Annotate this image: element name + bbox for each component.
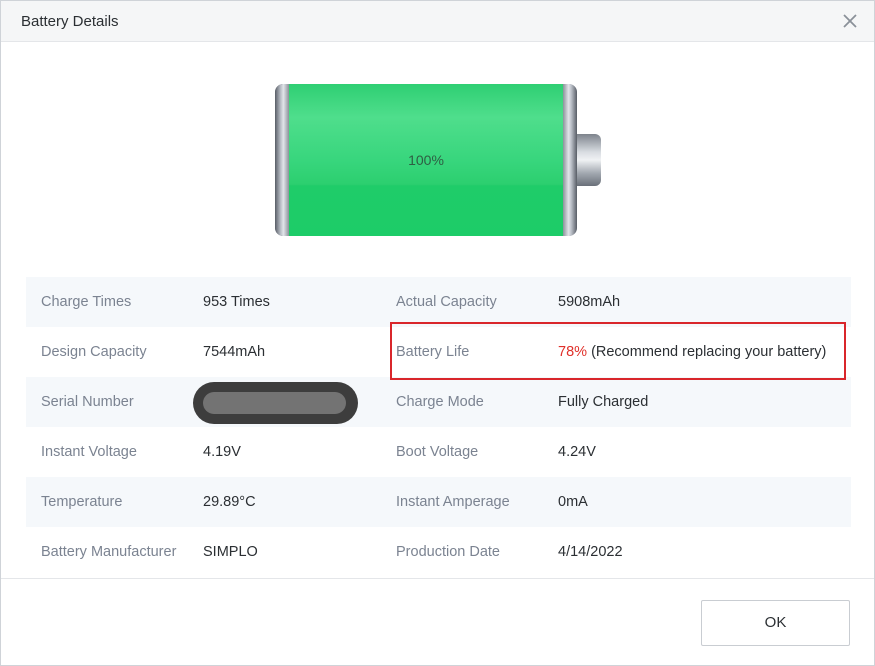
production-date-label: Production Date [396, 544, 500, 560]
battery-terminal [573, 134, 601, 186]
serial-number-redaction [193, 382, 358, 424]
charge-mode-label: Charge Mode [396, 394, 484, 410]
battery-cap-right [563, 84, 577, 236]
footer-divider [1, 578, 874, 579]
design-capacity-value: 7544mAh [203, 344, 266, 360]
battery-level-track: 100% [289, 84, 563, 236]
instant-voltage-label: Instant Voltage [41, 444, 137, 460]
table-row: Battery Manufacturer SIMPLO Production D… [26, 527, 851, 577]
battery-level-label: 100% [408, 152, 444, 168]
charge-mode-value: Fully Charged [558, 394, 649, 410]
temperature-label: Temperature [41, 494, 123, 510]
design-capacity-label: Design Capacity [41, 344, 147, 360]
table-row: Instant Voltage 4.19V Boot Voltage 4.24V [26, 427, 851, 477]
table-row: Serial Number Charge Mode Fully Charged [26, 377, 851, 427]
dialog-title: Battery Details [21, 13, 119, 30]
boot-voltage-label: Boot Voltage [396, 444, 479, 460]
title-bar: Battery Details [1, 1, 874, 42]
battery-body: 100% [275, 84, 577, 236]
ok-button[interactable]: OK [701, 600, 850, 646]
table-row: Temperature 29.89°C Instant Amperage 0mA [26, 477, 851, 527]
serial-number-label: Serial Number [41, 394, 134, 410]
actual-capacity-value: 5908mAh [558, 294, 621, 310]
battery-manufacturer-label: Battery Manufacturer [41, 544, 177, 560]
charge-times-value: 953 Times [203, 294, 270, 310]
production-date-value: 4/14/2022 [558, 544, 623, 560]
redaction-inner [203, 392, 346, 414]
actual-capacity-label: Actual Capacity [396, 294, 497, 310]
instant-amperage-value: 0mA [558, 494, 588, 510]
close-icon [843, 14, 857, 28]
charge-times-label: Charge Times [41, 294, 132, 310]
temperature-value: 29.89°C [203, 494, 256, 510]
boot-voltage-value: 4.24V [558, 444, 596, 460]
battery-graphic: 100% [275, 84, 601, 236]
battery-details-dialog: Battery Details 100% Charge Times 953 Ti… [0, 0, 875, 666]
instant-amperage-label: Instant Amperage [396, 494, 510, 510]
instant-voltage-value: 4.19V [203, 444, 241, 460]
battery-cap-left [275, 84, 289, 236]
table-row: Charge Times 953 Times Actual Capacity 5… [26, 277, 851, 327]
battery-life-highlight [390, 322, 846, 380]
battery-manufacturer-value: SIMPLO [203, 544, 258, 560]
close-button[interactable] [839, 10, 861, 32]
